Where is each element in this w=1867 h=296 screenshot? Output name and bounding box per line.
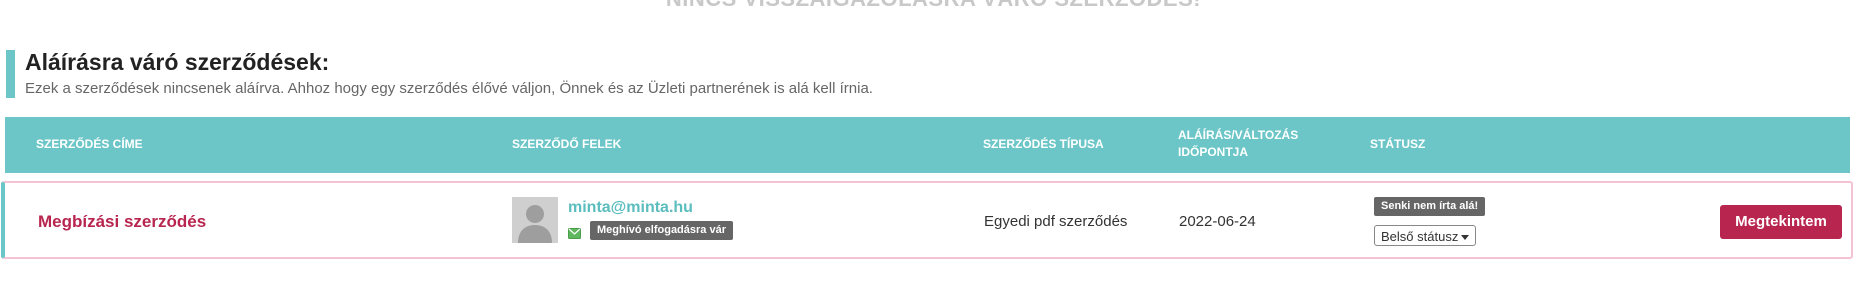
section-accent-bar [6, 50, 15, 98]
invite-pending-badge: Meghívó elfogadásra vár [590, 221, 733, 240]
header-parties: SZERZŐDŐ FELEK [512, 137, 622, 151]
party-email-link[interactable]: minta@minta.hu [568, 199, 693, 217]
user-silhouette-icon [512, 197, 558, 243]
header-sign-date-line1: ALÁÍRÁS/VÁLTOZÁS [1178, 128, 1299, 142]
sign-date: 2022-06-24 [1179, 213, 1256, 230]
header-sign-date-line2: IDŐPONTJA [1178, 145, 1249, 159]
view-contract-button[interactable]: Megtekintem [1720, 205, 1842, 239]
table-header: SZERZŐDÉS CÍME SZERZŐDŐ FELEK SZERZŐDÉS … [5, 117, 1850, 173]
header-contract-type: SZERZŐDÉS TÍPUSA [983, 137, 1104, 151]
status-badge: Senki nem írta alá! [1374, 197, 1486, 216]
contract-title-link[interactable]: Megbízási szerződés [38, 212, 206, 232]
no-pending-confirmation-message: NINCS VISSZAIGAZOLÁSRA VÁRÓ SZERZŐDÉS! [0, 0, 1867, 12]
caret-down-icon [1461, 235, 1470, 241]
internal-status-select[interactable]: Belső státusz [1374, 225, 1477, 246]
header-sign-date: ALÁÍRÁS/VÁLTOZÁS IDŐPONTJA [1178, 127, 1298, 161]
internal-status-label: Belső státusz [1381, 229, 1459, 244]
header-status: STÁTUSZ [1370, 137, 1426, 151]
section-description: Ezek a szerződések nincsenek aláírva. Ah… [25, 80, 873, 97]
table-row: Megbízási szerződés minta@minta.hu Meghí… [1, 181, 1853, 259]
contract-type: Egyedi pdf szerződés [984, 213, 1128, 230]
section-title: Aláírásra váró szerződések: [25, 49, 330, 75]
envelope-icon [568, 226, 581, 239]
header-contract-title: SZERZŐDÉS CÍME [36, 137, 143, 151]
avatar [512, 197, 558, 243]
